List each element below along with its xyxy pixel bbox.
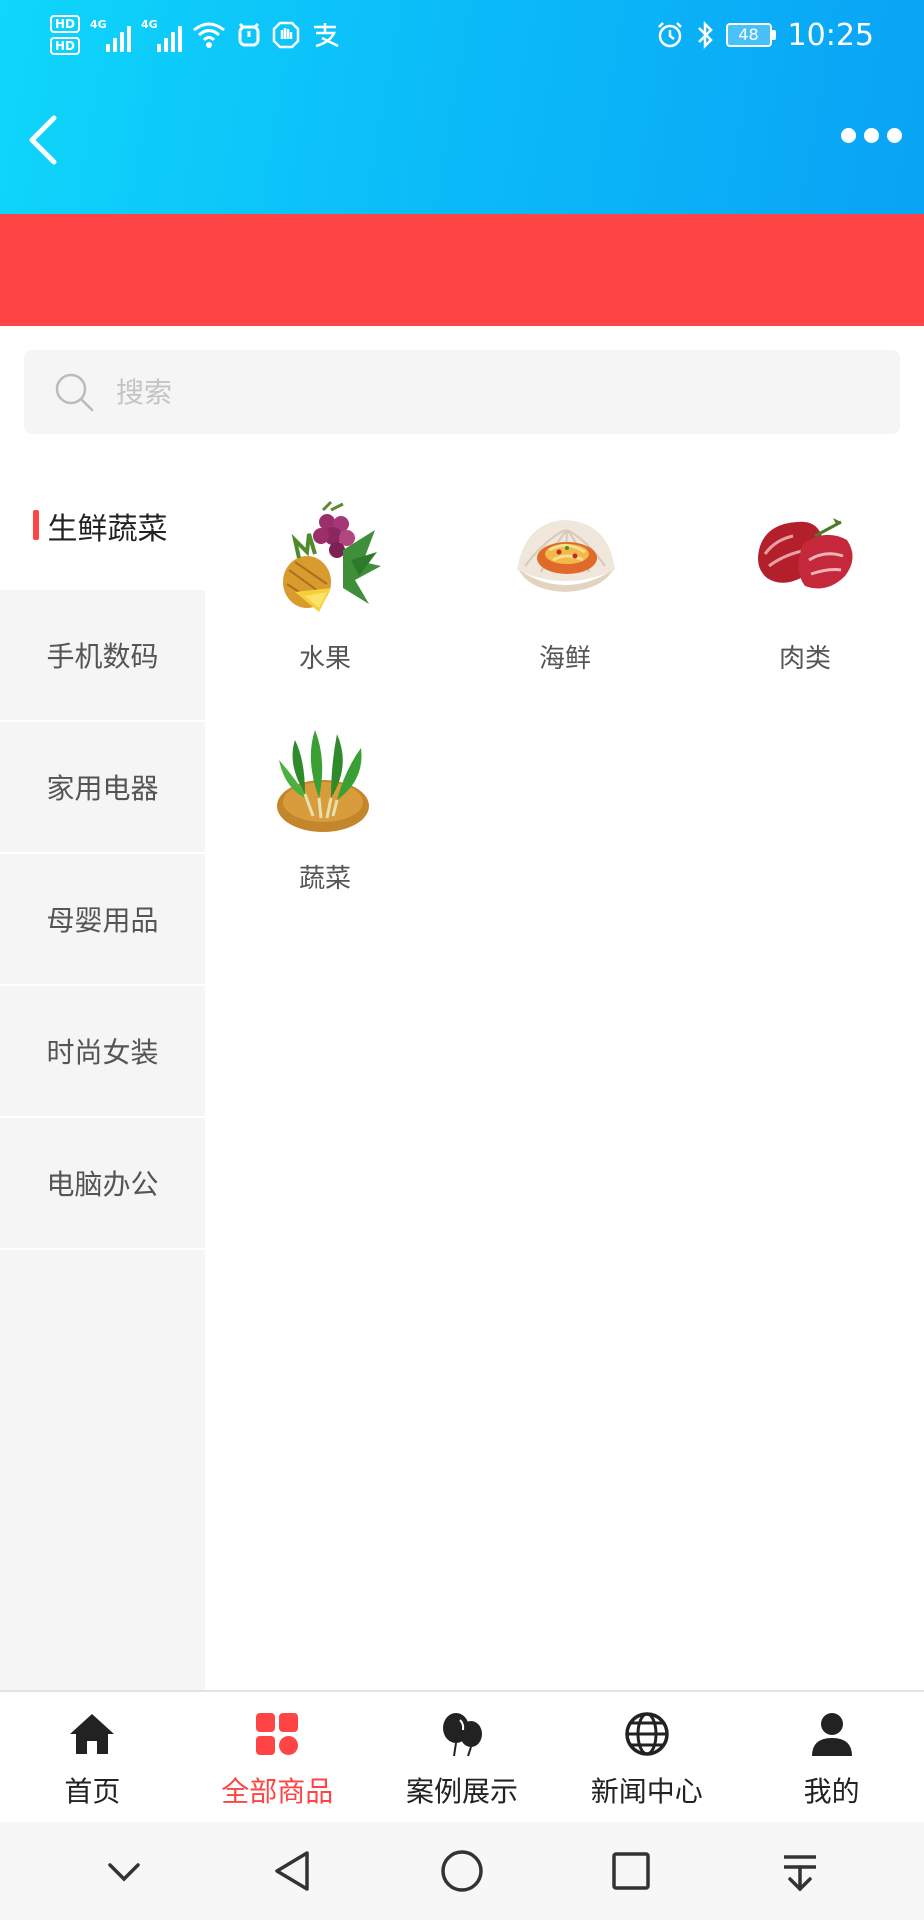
pulldown-icon	[783, 1855, 816, 1892]
sidebar-item-label: 母婴用品	[46, 904, 159, 937]
tab-label: 新闻中心	[590, 1775, 703, 1808]
globe-icon	[625, 1712, 669, 1756]
signal-icon: 4G	[90, 18, 132, 52]
fruit-image	[283, 500, 381, 612]
back-button[interactable]	[22, 110, 62, 170]
tab-mine[interactable]: 我的	[739, 1692, 924, 1822]
search-icon	[55, 373, 94, 412]
notification-pulldown-button[interactable]	[770, 1841, 830, 1901]
status-right: 48 10:25	[656, 10, 874, 60]
product-fruit[interactable]: 水果	[205, 500, 445, 700]
sidebar-item-label: 时尚女装	[46, 1036, 159, 1069]
chevron-left-icon	[29, 115, 57, 165]
tab-label: 我的	[803, 1775, 860, 1808]
meat-image	[758, 518, 853, 589]
status-left: HD HD 4G 4G	[50, 10, 340, 60]
sidebar-item-phones-digital[interactable]: 手机数码	[0, 590, 205, 722]
system-navigation-bar	[0, 1822, 924, 1920]
sidebar-item-fresh-produce[interactable]: 生鲜蔬菜	[0, 462, 205, 590]
sidebar-item-home-appliances[interactable]: 家用电器	[0, 722, 205, 854]
product-label: 肉类	[778, 644, 831, 674]
circle-home-icon	[441, 1850, 483, 1892]
product-seafood[interactable]: 海鲜	[445, 500, 685, 700]
sidebar-item-women-fashion[interactable]: 时尚女装	[0, 986, 205, 1118]
wifi-icon	[193, 22, 225, 48]
battery-level: 48	[725, 23, 772, 47]
product-label: 海鲜	[538, 644, 591, 674]
sidebar-item-label: 生鲜蔬菜	[47, 512, 168, 547]
product-label: 蔬菜	[298, 864, 351, 894]
product-label: 水果	[298, 644, 351, 674]
search-bar[interactable]	[24, 350, 900, 434]
tab-case-showcase[interactable]: 案例展示	[370, 1692, 555, 1822]
product-vegetable[interactable]: 蔬菜	[205, 720, 445, 920]
triangle-back-icon	[275, 1851, 309, 1891]
balloon-icon	[442, 1713, 482, 1757]
product-meat[interactable]: 肉类	[685, 500, 924, 700]
system-recents-button[interactable]	[601, 1841, 661, 1901]
status-time: 10:25	[787, 17, 874, 53]
sidebar-item-label: 家用电器	[46, 772, 159, 805]
system-back-button[interactable]	[263, 1841, 323, 1901]
tab-label: 案例展示	[405, 1775, 518, 1808]
active-indicator	[33, 510, 39, 540]
home-icon	[70, 1714, 115, 1754]
status-bar: HD HD 4G 4G 48 10:25	[0, 0, 924, 70]
banner	[0, 214, 924, 326]
battery-icon: 48	[725, 23, 776, 47]
vegetable-image	[277, 730, 369, 832]
sidebar-item-label: 电脑办公	[46, 1168, 159, 1201]
hd-chip-2: HD	[50, 37, 81, 55]
tab-all-products[interactable]: 全部商品	[185, 1692, 370, 1822]
alipay-icon	[314, 23, 339, 48]
sidebar-item-computer-office[interactable]: 电脑办公	[0, 1118, 205, 1250]
grid-icon	[256, 1713, 299, 1755]
tab-label: 首页	[64, 1775, 121, 1808]
square-recents-icon	[612, 1852, 650, 1890]
chevron-down-icon	[108, 1863, 141, 1882]
category-sidebar: 生鲜蔬菜 手机数码 家用电器 母婴用品 时尚女装 电脑办公	[0, 462, 205, 1690]
hd-chip-1: HD	[50, 15, 81, 33]
network-type-1: 4G	[90, 18, 107, 31]
tab-news-center[interactable]: 新闻中心	[554, 1692, 739, 1822]
alarm-app-icon	[238, 22, 260, 47]
bottom-tab-bar: 首页 全部商品 案例展示 新闻中心 我的	[0, 1690, 924, 1822]
bluetooth-icon	[697, 20, 713, 50]
top-header: HD HD 4G 4G 48 10:25	[0, 0, 924, 214]
user-icon	[811, 1713, 852, 1756]
sidebar-item-label: 手机数码	[46, 640, 159, 673]
system-home-button[interactable]	[432, 1841, 492, 1901]
network-type-2: 4G	[141, 18, 158, 31]
more-dots-icon	[841, 128, 856, 143]
seafood-image	[517, 520, 615, 592]
collapse-button[interactable]	[94, 1841, 154, 1901]
hd-indicators: HD HD	[50, 15, 81, 55]
alarm-clock-icon	[657, 22, 682, 48]
search-input[interactable]	[116, 375, 816, 409]
tab-label: 全部商品	[221, 1775, 334, 1808]
tab-home[interactable]: 首页	[0, 1692, 185, 1822]
signal-icon-2: 4G	[141, 18, 183, 52]
more-button[interactable]	[841, 128, 902, 143]
shield-hand-icon	[272, 21, 300, 49]
sidebar-item-mother-baby[interactable]: 母婴用品	[0, 854, 205, 986]
